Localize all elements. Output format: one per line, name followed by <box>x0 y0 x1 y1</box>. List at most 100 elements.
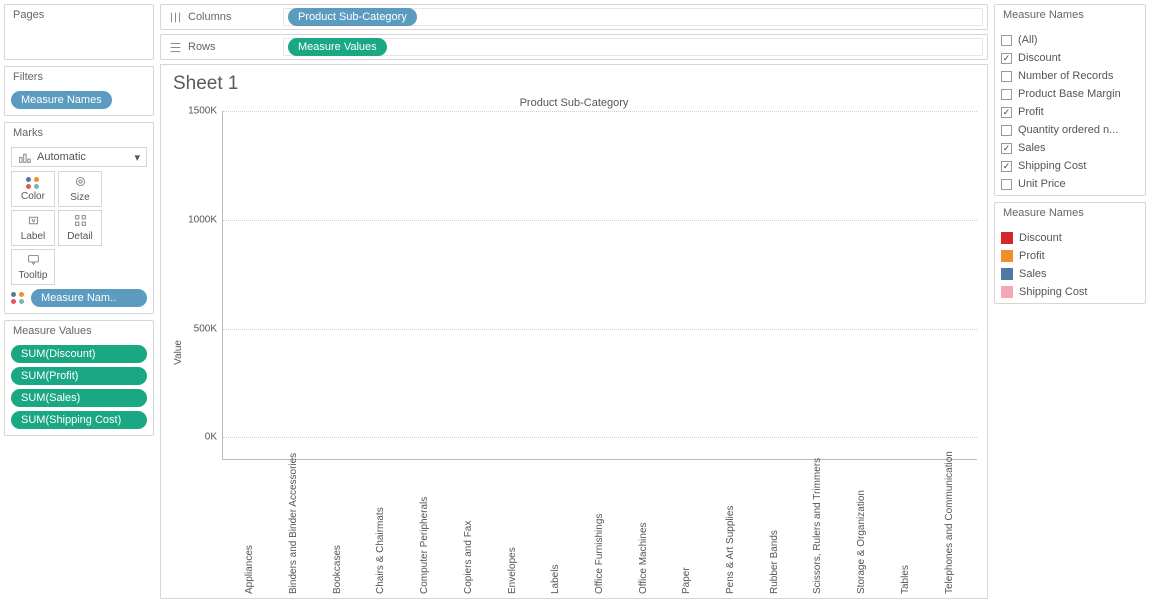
filter-checkbox[interactable]: Product Base Margin <box>1001 85 1139 103</box>
measure-value-pill[interactable]: SUM(Discount) <box>11 345 147 363</box>
bar[interactable] <box>578 111 622 437</box>
y-tick-label: 1500K <box>183 106 217 117</box>
gridline <box>223 220 977 221</box>
x-tick-label: Storage & Organization <box>840 460 884 594</box>
x-tick-label: Tables <box>884 460 928 594</box>
bar[interactable] <box>491 111 535 437</box>
mark-label-button[interactable]: Label <box>11 210 55 246</box>
x-tick-label: Rubber Bands <box>752 460 796 594</box>
bar[interactable] <box>534 111 578 437</box>
sheet-title: Sheet 1 <box>173 73 977 95</box>
bar[interactable] <box>840 111 884 437</box>
x-tick-label: Telephones and Communication <box>927 460 971 594</box>
legend-title: Measure Names <box>995 203 1145 227</box>
x-tick-label: Labels <box>534 460 578 594</box>
filter-checkbox[interactable]: ✓Shipping Cost <box>1001 157 1139 175</box>
rows-pill[interactable]: Measure Values <box>288 38 387 56</box>
bar[interactable] <box>316 111 360 437</box>
x-tick-label: Pens & Art Supplies <box>709 460 753 594</box>
checkbox-icon <box>1001 179 1012 190</box>
measure-value-pill[interactable]: SUM(Sales) <box>11 389 147 407</box>
color-icon <box>26 177 40 189</box>
bar[interactable] <box>927 111 971 437</box>
bar[interactable] <box>884 111 928 437</box>
x-tick-label: Paper <box>665 460 709 594</box>
legend-swatch <box>1001 250 1013 262</box>
legend-item[interactable]: Discount <box>1001 229 1139 247</box>
legend-item[interactable]: Profit <box>1001 247 1139 265</box>
filter-checkbox[interactable]: ✓Discount <box>1001 49 1139 67</box>
legend-item[interactable]: Shipping Cost <box>1001 283 1139 301</box>
measure-values-title: Measure Values <box>5 321 153 345</box>
mark-detail-button[interactable]: Detail <box>58 210 102 246</box>
bar[interactable] <box>229 111 273 437</box>
mark-color-button[interactable]: Color <box>11 171 55 207</box>
color-dots-icon <box>11 292 25 304</box>
gridline <box>223 437 977 438</box>
pages-title: Pages <box>5 5 153 29</box>
legend-item[interactable]: Sales <box>1001 265 1139 283</box>
checkbox-icon: ✓ <box>1001 107 1012 118</box>
filter-checkbox[interactable]: Quantity ordered n... <box>1001 121 1139 139</box>
filter-checkbox[interactable]: ✓Profit <box>1001 103 1139 121</box>
x-tick-label: Office Machines <box>621 460 665 594</box>
x-tick-label: Binders and Binder Accessories <box>272 460 316 594</box>
checkbox-icon <box>1001 125 1012 136</box>
filter-checkbox[interactable]: Number of Records <box>1001 67 1139 85</box>
gridline <box>223 111 977 112</box>
legend-swatch <box>1001 232 1013 244</box>
bar[interactable] <box>622 111 666 437</box>
x-tick-label: Copiers and Fax <box>447 460 491 594</box>
chart-title: Product Sub-Category <box>171 97 977 109</box>
mark-tooltip-button[interactable]: Tooltip <box>11 249 55 285</box>
x-tick-label: Appliances <box>228 460 272 594</box>
size-icon <box>74 175 87 190</box>
rows-icon <box>169 41 182 54</box>
columns-pill[interactable]: Product Sub-Category <box>288 8 417 26</box>
bar[interactable] <box>360 111 404 437</box>
measure-value-pill[interactable]: SUM(Profit) <box>11 367 147 385</box>
checkbox-icon: ✓ <box>1001 143 1012 154</box>
bar[interactable] <box>709 111 753 437</box>
filter-checkbox[interactable]: ✓Sales <box>1001 139 1139 157</box>
tooltip-icon <box>27 253 40 268</box>
filters-pill[interactable]: Measure Names <box>11 91 112 109</box>
x-tick-label: Office Furnishings <box>578 460 622 594</box>
filter-checkbox[interactable]: (All) <box>1001 31 1139 49</box>
x-tick-label: Bookcases <box>315 460 359 594</box>
marks-title: Marks <box>5 123 153 147</box>
marks-color-pill[interactable]: Measure Nam.. <box>31 289 147 307</box>
checkbox-icon: ✓ <box>1001 53 1012 64</box>
label-icon <box>27 214 40 229</box>
chevron-down-icon: ▾ <box>134 151 140 164</box>
filter-card-title: Measure Names <box>995 5 1145 29</box>
gridline <box>223 329 977 330</box>
marks-type-select[interactable]: Automatic ▾ <box>11 147 147 167</box>
mark-size-button[interactable]: Size <box>58 171 102 207</box>
filters-title: Filters <box>5 67 153 91</box>
y-tick-label: 1000K <box>183 214 217 225</box>
bar[interactable] <box>796 111 840 437</box>
legend-swatch <box>1001 286 1013 298</box>
x-tick-label: Chairs & Chairmats <box>359 460 403 594</box>
columns-shelf[interactable]: Columns Product Sub-Category <box>160 4 988 30</box>
rows-shelf[interactable]: Rows Measure Values <box>160 34 988 60</box>
bar[interactable] <box>447 111 491 437</box>
detail-icon <box>74 214 87 229</box>
x-tick-label: Envelopes <box>490 460 534 594</box>
bar[interactable] <box>404 111 448 437</box>
bar-chart-icon <box>18 151 31 164</box>
y-tick-label: 0K <box>183 432 217 443</box>
columns-icon <box>169 11 182 24</box>
measure-value-pill[interactable]: SUM(Shipping Cost) <box>11 411 147 429</box>
bar[interactable] <box>665 111 709 437</box>
x-tick-label: Scissors, Rulers and Trimmers <box>796 460 840 594</box>
checkbox-icon <box>1001 71 1012 82</box>
y-tick-label: 500K <box>183 323 217 334</box>
bar[interactable] <box>753 111 797 437</box>
y-axis-label: Value <box>171 340 186 365</box>
filter-checkbox[interactable]: Unit Price <box>1001 175 1139 193</box>
checkbox-icon: ✓ <box>1001 161 1012 172</box>
x-tick-label: Computer Peripherals <box>403 460 447 594</box>
bar[interactable] <box>273 111 317 437</box>
